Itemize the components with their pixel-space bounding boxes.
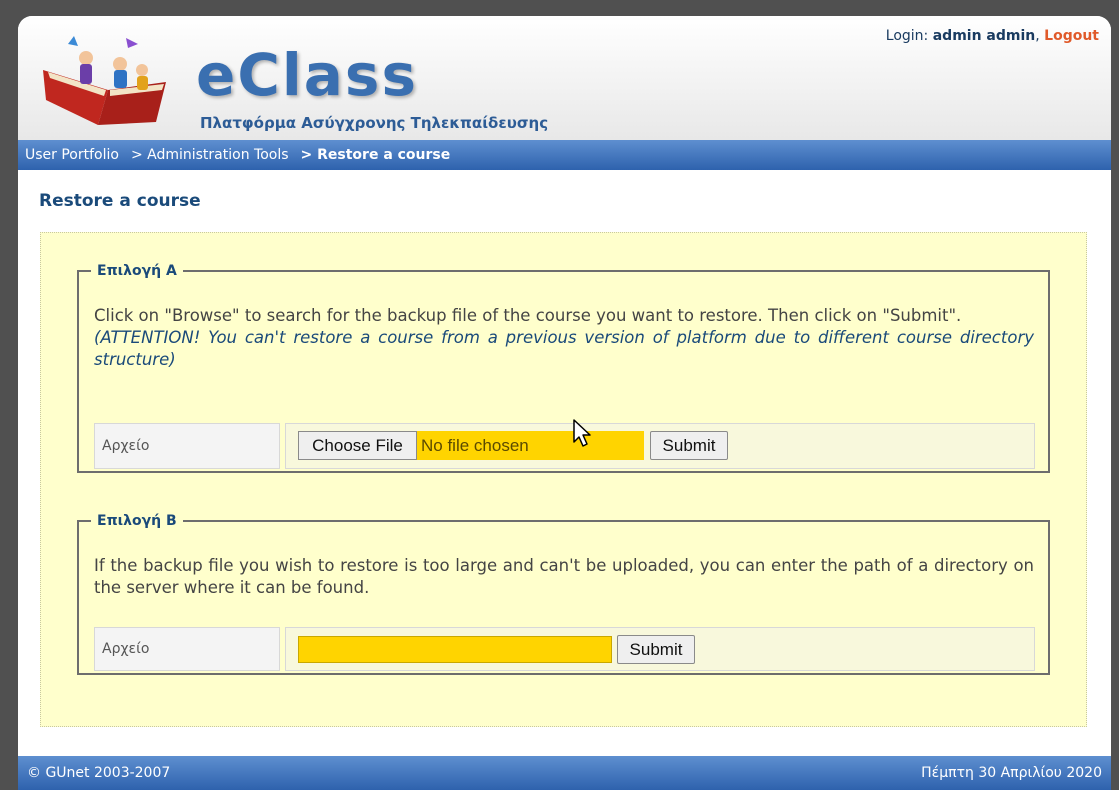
server-path-input[interactable] [298, 636, 612, 663]
option-b-submit-button[interactable]: Submit [617, 635, 695, 664]
option-b-fieldset: Επιλογή B If the backup file you wish to… [77, 513, 1050, 675]
option-a-form-row: Αρχείο Choose File No file chosen Submit [94, 423, 1035, 469]
logo-subtitle: Πλατφόρμα Ασύγχρονης Τηλεκπαίδευσης [200, 114, 549, 132]
login-label: Login: [885, 28, 929, 44]
option-b-description-block: If the backup file you wish to restore i… [94, 555, 1034, 599]
option-a-legend: Επιλογή A [97, 263, 177, 279]
option-a-description: Click on "Browse" to search for the back… [94, 306, 962, 325]
option-b-field: Submit [285, 627, 1035, 671]
footer-date: Πέμπτη 30 Απριλίου 2020 [921, 765, 1102, 781]
footer: © GUnet 2003-2007 Πέμπτη 30 Απριλίου 202… [18, 756, 1111, 790]
option-a-description-block: Click on "Browse" to search for the back… [94, 305, 1034, 371]
breadcrumb-user-portfolio[interactable]: User Portfolio [25, 147, 119, 163]
option-a-fieldset: Επιλογή A Click on "Browse" to search fo… [77, 263, 1050, 473]
choose-file-button[interactable]: Choose File [298, 431, 417, 460]
user-name: admin admin [932, 28, 1036, 44]
login-separator: , [1035, 28, 1040, 44]
login-status: Login: admin admin, Logout [886, 28, 1099, 44]
option-a-field-label: Αρχείο [94, 423, 280, 469]
breadcrumb: User Portfolio > Administration Tools > … [18, 140, 1111, 170]
header: eClass Πλατφόρμα Ασύγχρονης Τηλεκπαίδευσ… [18, 16, 1111, 140]
option-a-submit-button[interactable]: Submit [650, 431, 728, 460]
option-a-attention: (ATTENTION! You can't restore a course f… [94, 328, 1034, 369]
breadcrumb-current: > Restore a course [300, 147, 451, 163]
logo-title: eClass [196, 41, 418, 109]
content-area: Επιλογή A Click on "Browse" to search fo… [40, 232, 1087, 727]
option-b-field-label: Αρχείο [94, 627, 280, 671]
breadcrumb-administration-tools[interactable]: > Administration Tools [131, 147, 289, 163]
option-b-description: If the backup file you wish to restore i… [94, 556, 1034, 597]
logo-illustration-icon [43, 36, 166, 125]
footer-copyright: © GUnet 2003-2007 [27, 765, 171, 781]
option-b-legend: Επιλογή B [97, 513, 177, 529]
option-a-field: Choose File No file chosen Submit [285, 423, 1035, 469]
option-b-form-row: Αρχείο Submit [94, 627, 1035, 671]
file-status-text: No file chosen [417, 431, 644, 460]
logout-link[interactable]: Logout [1044, 28, 1099, 44]
page-title: Restore a course [39, 191, 201, 211]
page-frame: eClass Πλατφόρμα Ασύγχρονης Τηλεκπαίδευσ… [18, 16, 1111, 790]
mouse-pointer-icon [573, 419, 591, 447]
